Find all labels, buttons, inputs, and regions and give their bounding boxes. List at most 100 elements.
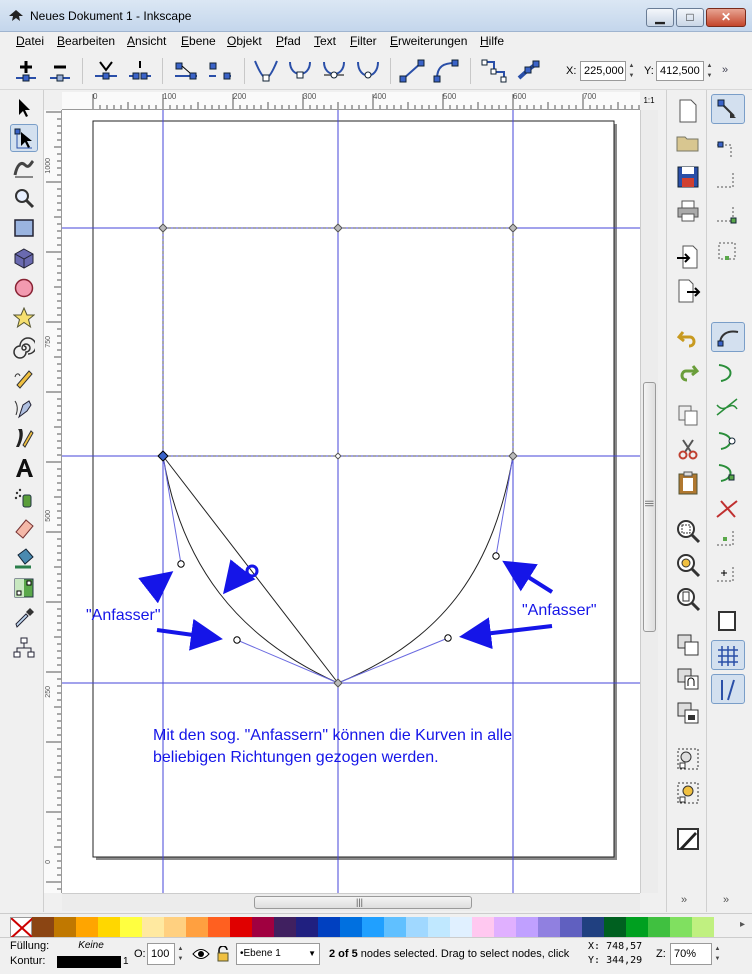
import-button[interactable] xyxy=(675,244,701,270)
snap-paths-button[interactable] xyxy=(711,358,745,388)
eye-visibility-icon[interactable] xyxy=(192,947,210,961)
delete-node-button[interactable] xyxy=(46,58,74,84)
break-path-button[interactable] xyxy=(126,58,154,84)
palette-swatch[interactable] xyxy=(472,917,494,937)
opacity-spin-arrows[interactable]: ▲ ▼ xyxy=(176,944,185,964)
object-to-path-button[interactable] xyxy=(480,58,508,84)
palette-swatch[interactable] xyxy=(362,917,384,937)
palette-swatch[interactable] xyxy=(164,917,186,937)
duplicate-button[interactable] xyxy=(675,632,701,658)
menu-datei[interactable]: Datei xyxy=(16,34,44,48)
snap-bbox-edge-button[interactable] xyxy=(711,168,745,198)
palette-swatch[interactable] xyxy=(648,917,670,937)
stroke-width-value[interactable]: 1 xyxy=(123,956,129,967)
palette-swatch[interactable] xyxy=(560,917,582,937)
dropper-tool[interactable] xyxy=(10,604,38,632)
zoom-input[interactable]: 70% xyxy=(670,943,712,965)
menu-text[interactable]: Text xyxy=(314,34,336,48)
commands-overflow-button[interactable]: » xyxy=(681,894,687,906)
paint-bucket-tool[interactable] xyxy=(10,544,38,572)
handle-4[interactable] xyxy=(492,552,500,560)
minimize-button[interactable]: ▁ xyxy=(646,8,674,27)
undo-button[interactable] xyxy=(675,326,701,352)
palette-swatch[interactable] xyxy=(54,917,76,937)
palette-swatch[interactable] xyxy=(626,917,648,937)
cusp-node-button[interactable] xyxy=(252,58,280,84)
insert-node-button[interactable] xyxy=(12,58,40,84)
palette-swatch[interactable] xyxy=(142,917,164,937)
export-button[interactable] xyxy=(675,278,701,304)
palette-swatch[interactable] xyxy=(406,917,428,937)
palette-swatch[interactable] xyxy=(516,917,538,937)
palette-swatch[interactable] xyxy=(32,917,54,937)
palette-swatch[interactable] xyxy=(98,917,120,937)
y-spin-arrows[interactable]: ▲ ▼ xyxy=(705,61,714,81)
snap-intersections-button[interactable] xyxy=(711,392,745,422)
zoom-selection-button[interactable] xyxy=(675,518,701,544)
palette-swatch[interactable] xyxy=(670,917,692,937)
palette-swatch[interactable] xyxy=(230,917,252,937)
palette-swatch[interactable] xyxy=(494,917,516,937)
bezier-pen-tool[interactable] xyxy=(10,394,38,422)
y-coordinate-input[interactable]: 412,500 xyxy=(656,61,704,81)
snap-rotation-center-button[interactable] xyxy=(711,560,745,590)
group-button[interactable] xyxy=(675,746,701,772)
horizontal-ruler[interactable]: 0 100 200 300 400 500 600 700 xyxy=(62,92,640,110)
zoom-drawing-button[interactable] xyxy=(675,552,701,578)
snap-object-center-button[interactable] xyxy=(711,526,745,556)
zoom-spin-arrows[interactable]: ▲ ▼ xyxy=(713,944,722,964)
paste-button[interactable] xyxy=(675,470,701,496)
palette-swatch[interactable] xyxy=(604,917,626,937)
palette-swatch[interactable] xyxy=(296,917,318,937)
calligraphy-tool[interactable] xyxy=(10,424,38,452)
snap-bbox-button[interactable] xyxy=(711,134,745,164)
text-tool[interactable] xyxy=(10,454,38,482)
horizontal-scrollbar[interactable]: ||| xyxy=(62,893,640,911)
maximize-button[interactable]: □ xyxy=(676,8,704,27)
handle-3[interactable] xyxy=(444,634,452,642)
symmetric-node-button[interactable] xyxy=(320,58,348,84)
menu-objekt[interactable]: Objekt xyxy=(227,34,262,48)
selector-tool[interactable] xyxy=(10,94,38,122)
menu-ebene[interactable]: Ebene xyxy=(181,34,216,48)
stroke-to-path-button[interactable] xyxy=(514,58,542,84)
fill-stroke-button[interactable] xyxy=(675,826,701,852)
palette-swatch[interactable] xyxy=(340,917,362,937)
snap-page-border-button[interactable] xyxy=(711,606,745,636)
eraser-tool[interactable] xyxy=(10,514,38,542)
snap-bbox-midpoint-button[interactable] xyxy=(711,236,745,266)
menu-bearbeiten[interactable]: Bearbeiten xyxy=(57,34,115,48)
palette-swatch[interactable] xyxy=(208,917,230,937)
unlink-clone-button[interactable] xyxy=(675,700,701,726)
palette-swatch[interactable] xyxy=(384,917,406,937)
join-segment-button[interactable] xyxy=(172,58,200,84)
gradient-tool[interactable] xyxy=(10,574,38,602)
snap-smooth-nodes-button[interactable] xyxy=(711,426,745,456)
handle-1[interactable] xyxy=(177,560,185,568)
open-button[interactable] xyxy=(675,130,701,156)
rectangle-tool[interactable] xyxy=(10,214,38,242)
palette-swatch[interactable] xyxy=(76,917,98,937)
segment-to-curve-button[interactable] xyxy=(432,58,460,84)
join-nodes-button[interactable] xyxy=(92,58,120,84)
zoom-page-button[interactable] xyxy=(675,586,701,612)
zoom-corner-button[interactable]: 1:1 xyxy=(640,92,658,110)
menu-filter[interactable]: Filter xyxy=(350,34,377,48)
delete-segment-button[interactable] xyxy=(206,58,234,84)
x-coordinate-input[interactable]: 225,000 xyxy=(580,61,626,81)
menu-erweiterungen[interactable]: Erweiterungen xyxy=(390,34,467,48)
snap-toggle-button[interactable] xyxy=(711,94,745,124)
snap-grid-button[interactable] xyxy=(711,640,745,670)
palette-swatch[interactable] xyxy=(428,917,450,937)
lock-icon[interactable] xyxy=(216,946,230,962)
snap-guides-intersection-button[interactable] xyxy=(711,494,745,524)
zoom-tool[interactable] xyxy=(10,184,38,212)
spray-tool[interactable] xyxy=(10,484,38,512)
redo-button[interactable] xyxy=(675,360,701,386)
swatch-none[interactable] xyxy=(10,917,34,939)
palette-swatch[interactable] xyxy=(692,917,714,937)
snap-bbox-corner-button[interactable] xyxy=(711,202,745,232)
vertical-scrollbar[interactable]: ||| xyxy=(640,110,658,893)
palette-swatch[interactable] xyxy=(582,917,604,937)
close-button[interactable]: ✕ xyxy=(706,8,746,27)
